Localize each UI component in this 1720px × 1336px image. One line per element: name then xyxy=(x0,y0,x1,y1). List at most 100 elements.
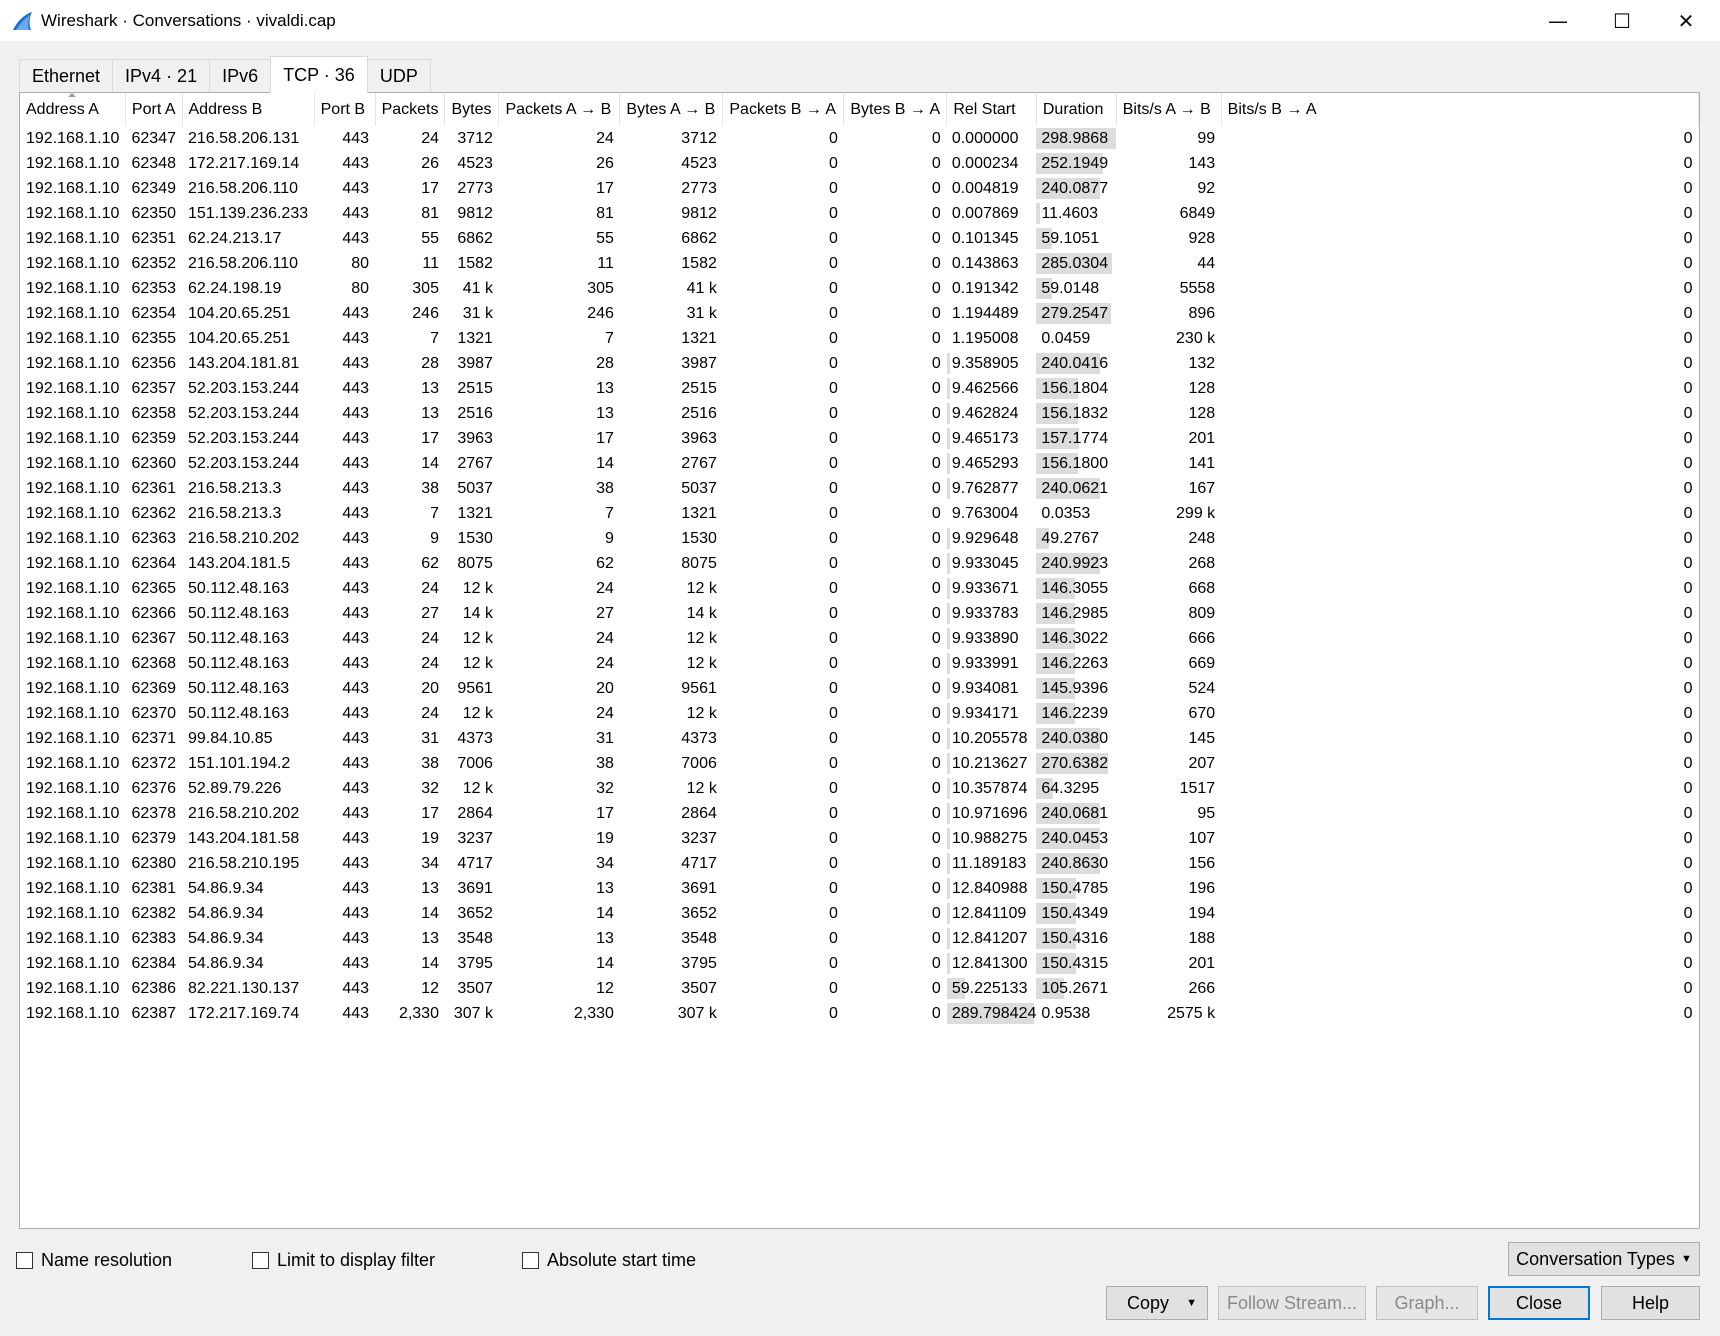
conversation-types-button[interactable]: Conversation Types ▼ xyxy=(1508,1242,1700,1276)
copy-button[interactable]: Copy ▼ xyxy=(1106,1286,1208,1320)
table-row[interactable]: 192.168.1.10 62376 52.89.79.226 443 32 12 k 32… xyxy=(20,776,1699,801)
table-row[interactable]: 192.168.1.10 62362 216.58.213.3 443 7 1321 7 13… xyxy=(20,501,1699,526)
table-cell: 145 xyxy=(1188,729,1216,747)
table-row[interactable]: 192.168.1.10 62387 172.217.169.74 443 2,330 3… xyxy=(20,1001,1699,1026)
tab-tcp[interactable]: TCP · 36 xyxy=(270,56,368,93)
table-row[interactable]: 192.168.1.10 62347 216.58.206.131 443 24 3712… xyxy=(20,126,1699,151)
cell-value: 10.971696 xyxy=(951,804,1028,822)
absolute-time-option[interactable]: Absolute start time xyxy=(522,1249,696,1271)
table-cell: 809 xyxy=(1188,604,1216,622)
table-row[interactable]: 192.168.1.10 62381 54.86.9.34 443 13 3691 13 36… xyxy=(20,876,1699,901)
table-cell: 443 xyxy=(342,229,370,247)
table-row[interactable]: 192.168.1.10 62380 216.58.210.195 443 34 4717… xyxy=(20,851,1699,876)
table-row[interactable]: 192.168.1.10 62352 216.58.206.110 80 11 1582 1… xyxy=(20,251,1699,276)
column-header-packets-b-a[interactable]: Packets B → A xyxy=(722,93,845,126)
column-header-bytes[interactable]: Bytes xyxy=(444,93,500,126)
tab-ethernet[interactable]: Ethernet xyxy=(19,59,114,92)
table-row[interactable]: 192.168.1.10 62353 62.24.198.19 80 305 41 k 30… xyxy=(20,276,1699,301)
name-resolution-checkbox[interactable] xyxy=(16,1251,33,1269)
table-cell: 240.0681 xyxy=(1036,801,1116,826)
limit-filter-option[interactable]: Limit to display filter xyxy=(252,1249,435,1271)
column-header-port-a[interactable]: Port A xyxy=(125,93,183,126)
table-row[interactable]: 192.168.1.10 62368 50.112.48.163 443 24 12 k 2… xyxy=(20,651,1699,676)
table-row[interactable]: 192.168.1.10 62369 50.112.48.163 443 20 9561 2… xyxy=(20,676,1699,701)
absolute-time-checkbox[interactable] xyxy=(522,1251,539,1269)
column-header-address-a[interactable]: Address A xyxy=(20,93,126,126)
table-cell: 192.168.1.10 xyxy=(26,279,120,297)
table-cell: 13 xyxy=(421,379,439,397)
table-cell: 3795 xyxy=(457,954,493,972)
table-cell: 62363 xyxy=(131,529,177,547)
table-row[interactable]: 192.168.1.10 62359 52.203.153.244 443 17 3963… xyxy=(20,426,1699,451)
limit-filter-checkbox[interactable] xyxy=(252,1251,269,1269)
name-resolution-option[interactable]: Name resolution xyxy=(16,1249,172,1271)
column-header-bytes-b-a[interactable]: Bytes B → A xyxy=(843,93,948,126)
column-header-packets[interactable]: Packets xyxy=(375,93,446,126)
table-row[interactable]: 192.168.1.10 62383 54.86.9.34 443 13 3548 13 35… xyxy=(20,926,1699,951)
cell-value: 11.4603 xyxy=(1041,204,1099,222)
table-row[interactable]: 192.168.1.10 62360 52.203.153.244 443 14 2767… xyxy=(20,451,1699,476)
maximize-icon[interactable]: ☐ xyxy=(1590,0,1654,41)
column-header-bits-a-b[interactable]: Bits/s A → B xyxy=(1116,93,1222,126)
cell-value: 270.6382 xyxy=(1041,754,1109,772)
table-cell: 0 xyxy=(828,1004,838,1022)
table-cell: 0 xyxy=(931,404,941,422)
column-header-duration[interactable]: Duration xyxy=(1036,93,1117,126)
table-row[interactable]: 192.168.1.10 62384 54.86.9.34 443 14 3795 14 37… xyxy=(20,951,1699,976)
table-cell: 62353 xyxy=(131,279,177,297)
column-header-address-b[interactable]: Address B xyxy=(182,93,315,126)
table-row[interactable]: 192.168.1.10 62350 151.139.236.233 443 81 981… xyxy=(20,201,1699,226)
table-row[interactable]: 192.168.1.10 62366 50.112.48.163 443 27 14 k 2… xyxy=(20,601,1699,626)
table-cell: 17 xyxy=(421,429,439,447)
table-cell: 52.203.153.244 xyxy=(188,429,300,447)
cell-value: 9.462566 xyxy=(951,379,1019,397)
table-cell: 172.217.169.14 xyxy=(188,154,300,172)
table-cell: 9.933783 xyxy=(946,601,1037,626)
column-header-bits-b-a[interactable]: Bits/s B → A xyxy=(1221,93,1699,126)
table-cell: 0.007869 xyxy=(947,201,1037,226)
help-button[interactable]: Help xyxy=(1601,1286,1700,1320)
table-row[interactable]: 192.168.1.10 62354 104.20.65.251 443 246 31 k… xyxy=(20,301,1699,326)
tab-ipv6[interactable]: IPv6 xyxy=(209,59,272,92)
table-row[interactable]: 192.168.1.10 62358 52.203.153.244 443 13 2516… xyxy=(20,401,1699,426)
table-row[interactable]: 192.168.1.10 62363 216.58.210.202 443 9 1530 9… xyxy=(20,526,1699,551)
tab-udp[interactable]: UDP xyxy=(366,59,431,92)
table-row[interactable]: 192.168.1.10 62355 104.20.65.251 443 7 1321 7 1… xyxy=(20,326,1699,351)
minimize-icon[interactable]: — xyxy=(1526,0,1590,41)
table-row[interactable]: 192.168.1.10 62372 151.101.194.2 443 38 7006 3… xyxy=(20,751,1699,776)
table-row[interactable]: 192.168.1.10 62361 216.58.213.3 443 38 5037 38… xyxy=(20,476,1699,501)
graph-button[interactable]: Graph... xyxy=(1376,1286,1478,1320)
table-row[interactable]: 192.168.1.10 62378 216.58.210.202 443 17 2864… xyxy=(20,801,1699,826)
table-row[interactable]: 192.168.1.10 62379 143.204.181.58 443 19 3237… xyxy=(20,826,1699,851)
column-header-port-b[interactable]: Port B xyxy=(314,93,376,126)
table-row[interactable]: 192.168.1.10 62370 50.112.48.163 443 24 12 k 2… xyxy=(20,701,1699,726)
column-header-rel-start[interactable]: Rel Start xyxy=(946,93,1037,126)
table-row[interactable]: 192.168.1.10 62357 52.203.153.244 443 13 2515… xyxy=(20,376,1699,401)
table-row[interactable]: 192.168.1.10 62364 143.204.181.5 443 62 8075 6… xyxy=(20,551,1699,576)
column-header-packets-a-b[interactable]: Packets A → B xyxy=(498,93,621,126)
table-row[interactable]: 192.168.1.10 62382 54.86.9.34 443 14 3652 14 36… xyxy=(20,901,1699,926)
table-cell: 279.2547 xyxy=(1036,301,1116,326)
follow-stream-button[interactable]: Follow Stream... xyxy=(1218,1286,1366,1320)
table-cell: 104.20.65.251 xyxy=(188,304,291,322)
table-cell: 0 xyxy=(931,829,941,847)
table-row[interactable]: 192.168.1.10 62349 216.58.206.110 443 17 2773… xyxy=(20,176,1699,201)
close-button[interactable]: Close xyxy=(1488,1286,1590,1320)
conversations-table-panel[interactable]: Address A Port A Address B Port B Packet… xyxy=(19,92,1700,1229)
table-row[interactable]: 192.168.1.10 62365 50.112.48.163 443 24 12 k 2… xyxy=(20,576,1699,601)
table-row[interactable]: 192.168.1.10 62371 99.84.10.85 443 31 4373 31 4… xyxy=(20,726,1699,751)
cell-value: 9.933890 xyxy=(951,629,1019,647)
table-cell: 19 xyxy=(596,829,614,847)
table-row[interactable]: 192.168.1.10 62386 82.221.130.137 443 12 3507… xyxy=(20,976,1699,1001)
copy-dropdown-icon[interactable]: ▼ xyxy=(1186,1297,1197,1309)
tab-ipv4[interactable]: IPv4 · 21 xyxy=(112,59,211,92)
table-cell: 62382 xyxy=(131,904,177,922)
table-row[interactable]: 192.168.1.10 62351 62.24.213.17 443 55 6862 55… xyxy=(20,226,1699,251)
table-row[interactable]: 192.168.1.10 62367 50.112.48.163 443 24 12 k 2… xyxy=(20,626,1699,651)
column-header-bytes-a-b[interactable]: Bytes A → B xyxy=(619,93,724,126)
table-row[interactable]: 192.168.1.10 62348 172.217.169.14 443 26 4523… xyxy=(20,151,1699,176)
close-icon[interactable]: ✕ xyxy=(1654,0,1718,41)
table-cell: 12 k xyxy=(462,779,493,797)
table-row[interactable]: 192.168.1.10 62356 143.204.181.81 443 28 3987… xyxy=(20,351,1699,376)
table-cell: 192.168.1.10 xyxy=(26,229,120,247)
